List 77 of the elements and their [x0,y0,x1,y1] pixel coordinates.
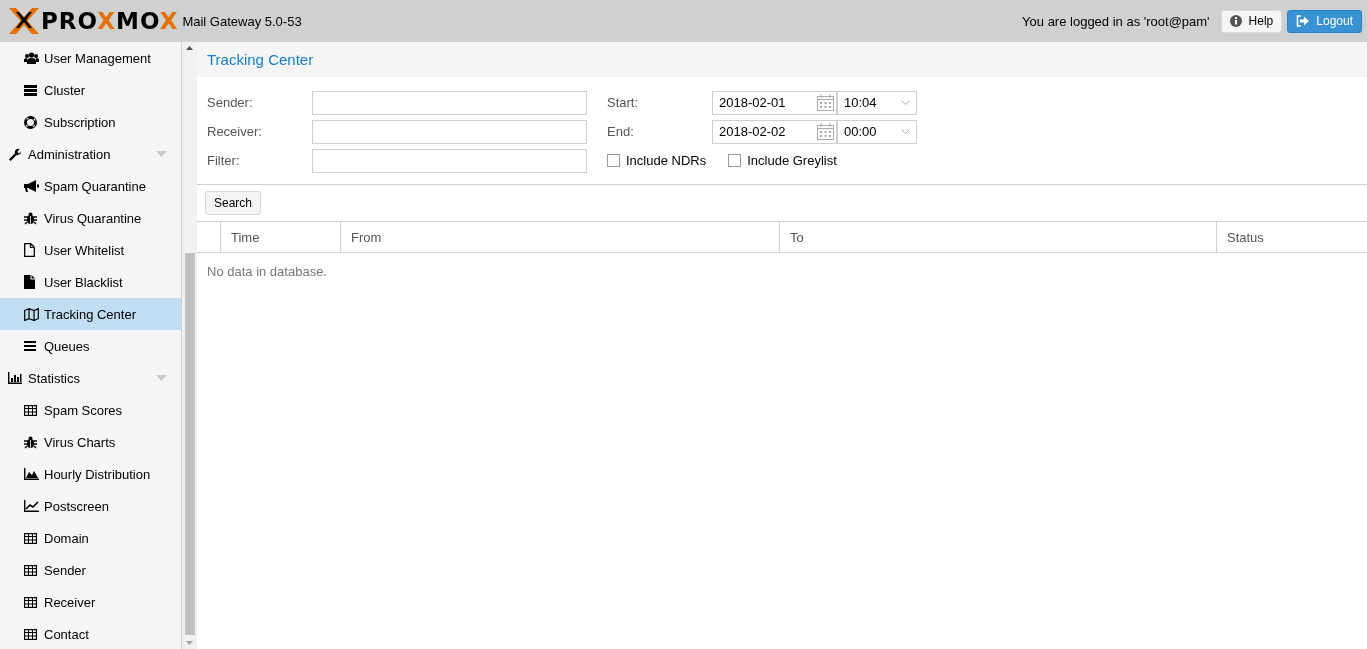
nav-item[interactable]: Cluster [0,74,181,106]
nav-item[interactable]: Sender [0,554,181,586]
panel-title: Tracking Center [197,42,1367,77]
text-field[interactable] [312,90,587,115]
text-field[interactable] [312,148,587,173]
calendar-icon[interactable] [817,123,834,140]
info-icon [1229,15,1242,27]
scrollbar-thumb[interactable] [184,253,195,635]
column-header[interactable]: From [341,222,780,252]
field-label: Receiver: [207,124,263,139]
checkbox-label[interactable]: Include NDRs [607,153,707,168]
scroll-up-icon[interactable] [186,46,193,50]
area-chart-icon [24,468,39,480]
nav-item[interactable]: Subscription [0,106,181,138]
nav-item[interactable]: Virus Quarantine [0,202,181,234]
table-icon [24,564,37,576]
users-icon [24,52,39,64]
bug-icon [24,211,37,225]
calendar-icon[interactable] [817,94,834,111]
table-icon [24,532,37,544]
chevron-down-icon[interactable] [901,100,910,105]
file-icon [24,275,35,289]
nav-item[interactable]: User Blacklist [0,266,181,298]
nav-item[interactable]: Domain [0,522,181,554]
login-status: You are logged in as 'root@pam' [1022,13,1210,29]
logo-icon [9,8,39,34]
caret-down-icon[interactable] [156,375,167,381]
search-button[interactable]: Search [205,191,262,215]
field-label: Start: [607,95,640,110]
scroll-down-icon[interactable] [186,641,193,645]
server-icon [24,84,37,96]
table-icon [24,404,37,416]
time-field[interactable]: 10:04 [837,90,917,115]
nav-item[interactable]: Contact [0,618,181,649]
bullhorn-icon [24,180,39,192]
nav-item[interactable]: Statistics [0,362,181,394]
empty-message: No data in database. [206,263,328,281]
wrench-icon [8,147,21,161]
field-label: Filter: [207,153,241,168]
column-header[interactable]: Status [1217,222,1367,252]
bar-chart-icon [8,372,22,384]
nav-item[interactable]: Administration [0,138,181,170]
checkbox[interactable] [728,154,742,167]
table-icon [24,596,37,608]
column-header[interactable]: Time [221,222,341,252]
map-icon [24,307,39,321]
date-field[interactable]: 2018-02-01 [712,90,837,115]
date-field[interactable]: 2018-02-02 [712,119,837,144]
nav-item[interactable]: Spam Quarantine [0,170,181,202]
caret-down-icon[interactable] [156,151,167,157]
file-icon [24,243,35,257]
checkbox-label[interactable]: Include Greylist [728,153,837,168]
nav-item[interactable]: Spam Scores [0,394,181,426]
text-field[interactable] [312,119,587,144]
logo-text: PROXMOX [41,9,179,33]
life-ring-icon [24,115,37,129]
chevron-down-icon[interactable] [901,129,910,134]
time-field[interactable]: 00:00 [837,119,917,144]
nav-item[interactable]: Queues [0,330,181,362]
product-name: Mail Gateway 5.0-53 [182,13,302,29]
checkbox[interactable] [607,154,620,167]
field-label: End: [607,124,635,139]
column-header[interactable]: To [780,222,1217,252]
list-icon [24,341,36,351]
nav-item[interactable]: Hourly Distribution [0,458,181,490]
nav-item[interactable]: Receiver [0,586,181,618]
nav-item[interactable]: Virus Charts [0,426,181,458]
nav-item[interactable]: Postscreen [0,490,181,522]
table-icon [24,628,37,640]
sign-out-icon [1296,15,1310,27]
nav-item[interactable]: Tracking Center [0,298,181,330]
nav-item[interactable]: User Whitelist [0,234,181,266]
bug-icon [24,435,37,449]
field-label: Sender: [207,95,254,110]
line-chart-icon [24,500,39,512]
help-button[interactable]: Help [1220,9,1283,33]
nav-item[interactable]: User Management [0,42,181,74]
